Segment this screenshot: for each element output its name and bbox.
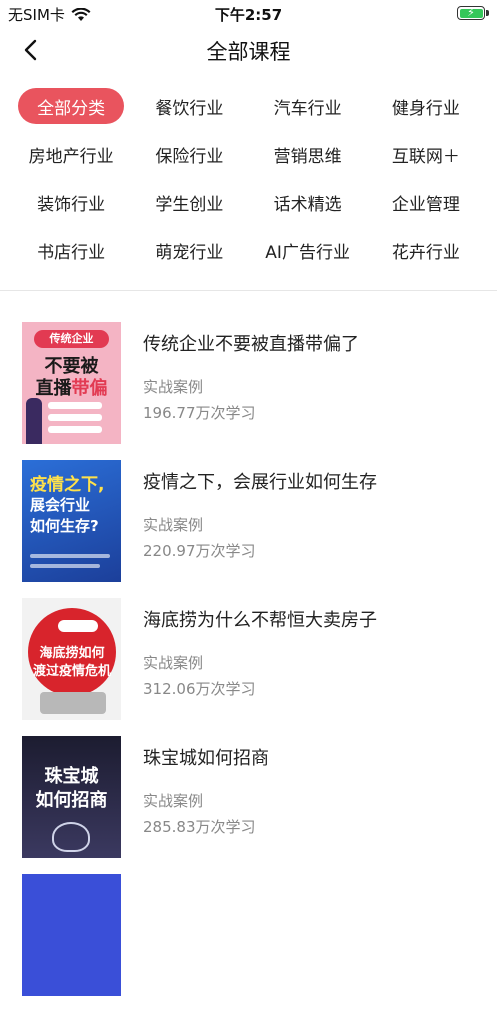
course-thumbnail: [22, 874, 121, 996]
category-insurance[interactable]: 保险行业: [130, 136, 248, 172]
thumb-text: 传统企业: [34, 330, 109, 348]
course-thumbnail: 海底捞如何 渡过疫情危机: [22, 598, 121, 720]
course-list: 传统企业 不要被 直播带偏 传统企业不要被直播带偏了 实战案例 196.77万次…: [0, 322, 497, 1012]
category-ai-ads[interactable]: AI广告行业: [249, 232, 367, 268]
thumb-text: 展会行业: [30, 496, 91, 514]
category-internet[interactable]: 互联网＋: [367, 136, 485, 172]
status-bar: 无SIM卡 下午2:57 ⚡: [0, 0, 497, 28]
thumb-text: 珠宝城: [44, 766, 99, 787]
thumb-text: 渡过疫情危机: [32, 664, 111, 679]
thumb-line: [30, 554, 110, 558]
nav-bar: 全部课程: [0, 28, 497, 72]
thumb-line: [30, 564, 100, 568]
course-title: 传统企业不要被直播带偏了: [143, 334, 359, 355]
person-figure: [26, 398, 42, 444]
thumb-circle: 海底捞如何 渡过疫情危机: [28, 608, 116, 696]
battery-icon: ⚡: [457, 6, 485, 20]
hotpot-image: [40, 692, 106, 714]
thumb-text: 如何生存?: [30, 517, 99, 535]
category-flowers[interactable]: 花卉行业: [367, 232, 485, 268]
course-tag: 实战案例: [143, 516, 204, 534]
thumb-text: 直播带偏: [22, 374, 121, 400]
course-item[interactable]: 疫情之下, 展会行业 如何生存? 疫情之下，会展行业如何生存 实战案例 220.…: [0, 460, 497, 598]
course-tag: 实战案例: [143, 378, 204, 396]
battery-cap: [486, 10, 489, 16]
category-bookstore[interactable]: 书店行业: [12, 232, 130, 268]
category-scripts[interactable]: 话术精选: [249, 184, 367, 220]
category-catering[interactable]: 餐饮行业: [130, 88, 248, 124]
brand-logo: [58, 620, 98, 632]
thumb-text: 如何招商: [35, 790, 108, 811]
status-time: 下午2:57: [214, 6, 283, 24]
category-automotive[interactable]: 汽车行业: [249, 88, 367, 124]
divider: [0, 290, 497, 291]
thumb-text: 疫情之下,: [30, 475, 105, 495]
category-grid: 全部分类 餐饮行业 汽车行业 健身行业 房地产行业 保险行业 营销思维 互联网＋…: [0, 88, 497, 268]
thumb-text-red: 带偏: [71, 378, 108, 399]
thumb-text-dark: 直播: [35, 378, 72, 399]
category-fitness[interactable]: 健身行业: [367, 88, 485, 124]
course-title: 疫情之下，会展行业如何生存: [143, 472, 377, 493]
category-real-estate[interactable]: 房地产行业: [12, 136, 130, 172]
course-thumbnail: 传统企业 不要被 直播带偏: [22, 322, 121, 444]
thumb-line: [48, 426, 102, 433]
category-pets[interactable]: 萌宠行业: [130, 232, 248, 268]
category-all[interactable]: 全部分类: [18, 88, 125, 124]
category-decoration[interactable]: 装饰行业: [12, 184, 130, 220]
course-views: 196.77万次学习: [143, 404, 256, 422]
course-views: 312.06万次学习: [143, 680, 256, 698]
course-item-partial[interactable]: [0, 874, 497, 1012]
category-marketing[interactable]: 营销思维: [249, 136, 367, 172]
course-tag: 实战案例: [143, 654, 204, 672]
jewelry-image: [52, 822, 90, 852]
course-thumbnail: 珠宝城 如何招商: [22, 736, 121, 858]
course-tag: 实战案例: [143, 792, 204, 810]
thumb-text: 海底捞如何: [39, 646, 105, 661]
course-views: 285.83万次学习: [143, 818, 256, 836]
thumb-line: [48, 402, 102, 409]
course-item[interactable]: 海底捞如何 渡过疫情危机 海底捞为什么不帮恒大卖房子 实战案例 312.06万次…: [0, 598, 497, 736]
category-management[interactable]: 企业管理: [367, 184, 485, 220]
course-title: 珠宝城如何招商: [143, 748, 269, 769]
course-item[interactable]: 珠宝城 如何招商 珠宝城如何招商 实战案例 285.83万次学习: [0, 736, 497, 874]
course-item[interactable]: 传统企业 不要被 直播带偏 传统企业不要被直播带偏了 实战案例 196.77万次…: [0, 322, 497, 460]
course-views: 220.97万次学习: [143, 542, 256, 560]
course-thumbnail: 疫情之下, 展会行业 如何生存?: [22, 460, 121, 582]
course-title: 海底捞为什么不帮恒大卖房子: [143, 610, 377, 631]
page-title: 全部课程: [206, 40, 291, 64]
thumb-line: [48, 414, 102, 421]
category-student-startup[interactable]: 学生创业: [130, 184, 248, 220]
